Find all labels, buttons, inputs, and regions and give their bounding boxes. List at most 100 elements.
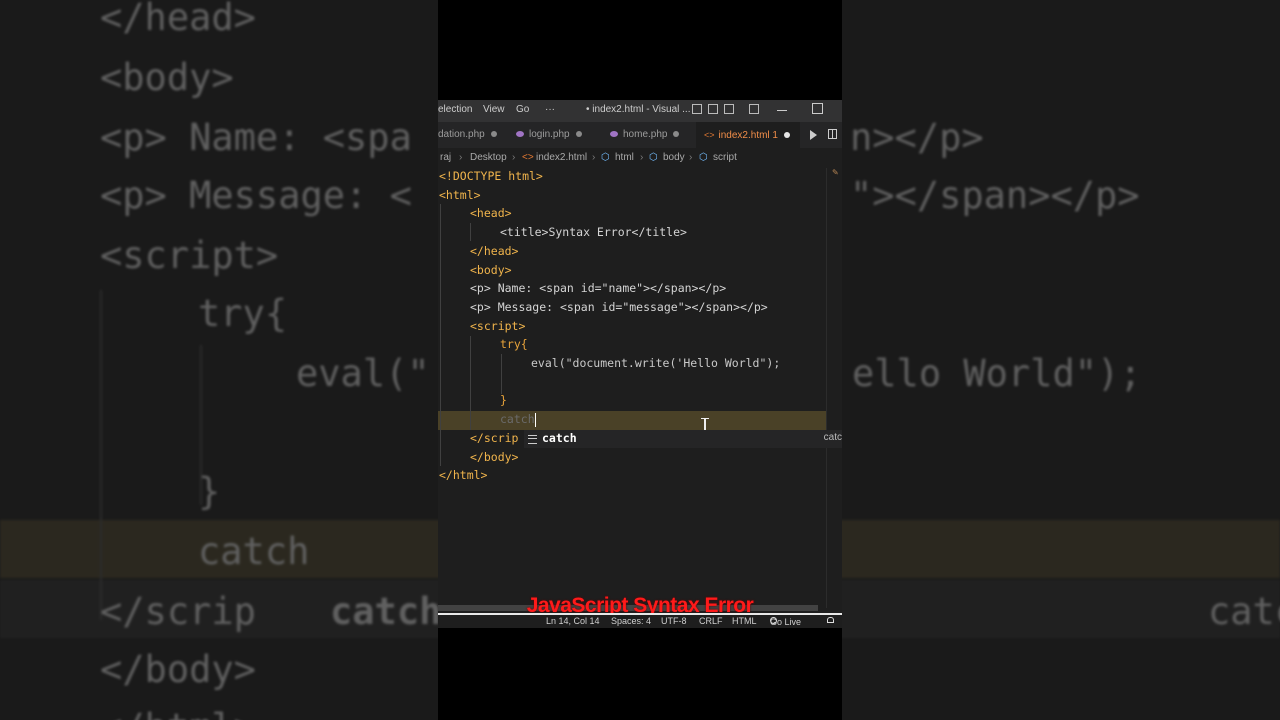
bg-line: catc	[1208, 590, 1280, 633]
bg-line: n></p>	[850, 116, 984, 159]
toggle-sidebar-icon[interactable]	[692, 104, 702, 114]
bg-line: <p> Message: <	[100, 174, 412, 217]
suggestion-label[interactable]: catch	[542, 431, 577, 445]
bg-line: "></span></p>	[850, 174, 1140, 217]
indent-guide	[470, 336, 471, 430]
bg-line: }	[198, 470, 221, 513]
warning-marker-icon: ✎	[832, 168, 839, 177]
breadcrumb-file[interactable]: index2.html	[536, 148, 587, 168]
menu-view[interactable]: View	[483, 104, 505, 115]
tab-label: index2.html 1	[718, 130, 778, 141]
text-caret	[534, 412, 536, 427]
tab-index2-html[interactable]: <> index2.html 1	[696, 122, 800, 148]
toggle-secondary-sidebar-icon[interactable]	[724, 104, 734, 114]
tab-label: home.php	[623, 129, 668, 140]
code-line-5: </head>	[470, 243, 519, 258]
tab-label: login.php	[529, 129, 570, 140]
breadcrumb-script[interactable]: script	[713, 148, 737, 168]
breadcrumb-folder[interactable]: Desktop	[470, 148, 507, 168]
editor-window: election View Go ··· • index2.html - Vis…	[438, 100, 842, 628]
element-icon: ⬡	[699, 152, 708, 163]
code-line-9: <script>	[470, 318, 526, 333]
breadcrumb-root[interactable]: raj	[440, 148, 451, 168]
php-icon	[516, 131, 524, 138]
status-indentation[interactable]: Spaces: 4	[611, 616, 651, 626]
code-line-7: <p> Name: <span id="name"></span></p>	[470, 281, 727, 296]
run-icon[interactable]	[810, 130, 817, 140]
indent-guide	[440, 204, 441, 466]
toggle-panel-icon[interactable]	[708, 104, 718, 114]
element-icon: ⬡	[649, 152, 658, 163]
bg-line: catch	[330, 590, 438, 633]
breadcrumb-html[interactable]: html	[615, 148, 634, 168]
background-right: n></p> "></span></p> ello World"); catc	[842, 0, 1280, 720]
chevron-right-icon: ›	[592, 152, 596, 163]
bg-line: </scrip	[100, 590, 256, 633]
bg-line: ello World");	[852, 352, 1142, 395]
code-line-10: try{	[500, 337, 528, 352]
customize-layout-icon[interactable]	[749, 104, 759, 114]
code-line-1: <!DOCTYPE html>	[439, 169, 543, 183]
bg-line: </head>	[100, 0, 256, 39]
bg-line: eval("	[296, 352, 430, 395]
html-icon: <>	[704, 130, 715, 140]
vertical-scrollbar[interactable]	[826, 168, 827, 608]
bell-icon	[827, 617, 834, 623]
breadcrumb: raj › Desktop › <> index2.html › ⬡ html …	[438, 148, 842, 168]
code-line-11: eval("document.write('Hello World");	[531, 356, 781, 370]
tab-home-php[interactable]: home.php	[610, 122, 692, 148]
breadcrumb-body[interactable]: body	[663, 148, 685, 168]
php-icon	[610, 131, 618, 138]
status-cursor-position[interactable]: Ln 14, Col 14	[546, 616, 600, 626]
indent-guide	[470, 223, 471, 241]
code-line-2: <html>	[439, 187, 481, 202]
unsaved-dot-icon	[784, 132, 790, 139]
status-bar: Ln 14, Col 14 Spaces: 4 UTF-8 CRLF HTML …	[438, 613, 842, 628]
code-line-14: catch	[500, 410, 536, 429]
snippet-icon	[528, 435, 537, 444]
element-icon: ⬡	[601, 152, 610, 163]
minimize-icon[interactable]	[777, 110, 787, 111]
status-encoding[interactable]: UTF-8	[661, 616, 687, 626]
bg-line: <script>	[100, 234, 279, 277]
code-line-15: </scrip	[470, 430, 519, 445]
code-line-13: }	[500, 393, 507, 408]
bg-line: try{	[198, 292, 288, 335]
status-eol[interactable]: CRLF	[699, 616, 723, 626]
html-icon: <>	[522, 152, 534, 163]
suggestion-detail: catc	[823, 432, 842, 443]
chevron-right-icon: ›	[640, 152, 644, 163]
menu-selection[interactable]: election	[438, 104, 472, 115]
background-left: </head> <body> <p> Name: <spa <p> Messag…	[0, 0, 438, 720]
menu-more[interactable]: ···	[545, 104, 555, 115]
split-editor-icon[interactable]	[828, 129, 837, 139]
bg-line: <body>	[100, 56, 234, 99]
bg-line: </body>	[100, 648, 256, 691]
tab-validation-php[interactable]: dation.php	[438, 122, 504, 148]
suggestion-widget[interactable]: catch catc	[524, 430, 842, 448]
tab-login-php[interactable]: login.php	[516, 122, 598, 148]
current-line-highlight	[438, 411, 826, 430]
code-line-17: </html>	[439, 468, 488, 483]
title-bar: election View Go ··· • index2.html - Vis…	[438, 100, 842, 122]
bg-line: </html>	[100, 706, 256, 720]
unsaved-dot-icon	[490, 131, 497, 138]
code-line-8: <p> Message: <span id="message"></span><…	[470, 299, 768, 314]
indent-guide	[501, 354, 502, 394]
tab-label: dation.php	[438, 129, 485, 140]
code-editor[interactable]: <!DOCTYPE html> <html> <head> <title>Syn…	[438, 168, 826, 608]
editor-tabs: dation.php login.php home.php <> index2.h…	[438, 122, 842, 148]
chevron-right-icon: ›	[689, 152, 693, 163]
bg-line: <p> Name: <spa	[100, 116, 412, 159]
unsaved-dot-icon	[575, 131, 582, 138]
status-language[interactable]: HTML	[732, 616, 757, 626]
code-line-16: </body>	[470, 449, 519, 464]
window-title: • index2.html - Visual ...	[586, 104, 691, 115]
chevron-right-icon: ›	[512, 152, 516, 163]
chevron-right-icon: ›	[459, 152, 463, 163]
unsaved-dot-icon	[673, 131, 680, 138]
menu-go[interactable]: Go	[516, 104, 529, 115]
status-go-live-label: Go Live	[770, 617, 802, 627]
maximize-icon[interactable]	[812, 103, 823, 114]
bg-line: catch	[198, 530, 310, 573]
